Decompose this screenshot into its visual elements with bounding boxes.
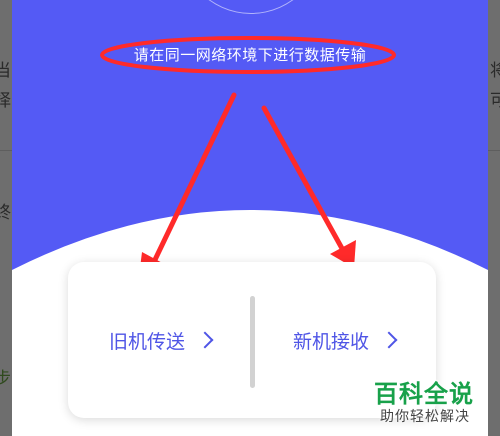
watermark-title: 百科全说 [374,380,474,408]
old-device-send-button[interactable]: 旧机传送 [68,262,252,418]
annotation-arrow-right [261,105,347,255]
watermark-subtitle: 助你轻松解决 [380,409,470,425]
old-device-send-label: 旧机传送 [108,330,185,353]
background-text-fragment: 将 [490,61,500,81]
annotation-ellipse [100,36,396,74]
annotation-arrow-left [149,92,237,269]
background-text-fragment: 可 [490,91,500,111]
background-text-fragment: 当 [0,61,11,81]
background-text-fragment: 步 [0,369,11,389]
new-device-receive-label: 新机接收 [292,330,369,353]
background-text-fragment: 终 [0,203,11,223]
chevron-right-icon [380,331,398,349]
transfer-dialog: 请在同一网络环境下进行数据传输 旧机传送 新机接收 [12,0,488,436]
chevron-right-icon [196,331,214,349]
background-text-fragment: 择 [0,91,11,111]
site-watermark: 百科全说 助你轻松解决 [368,372,494,432]
